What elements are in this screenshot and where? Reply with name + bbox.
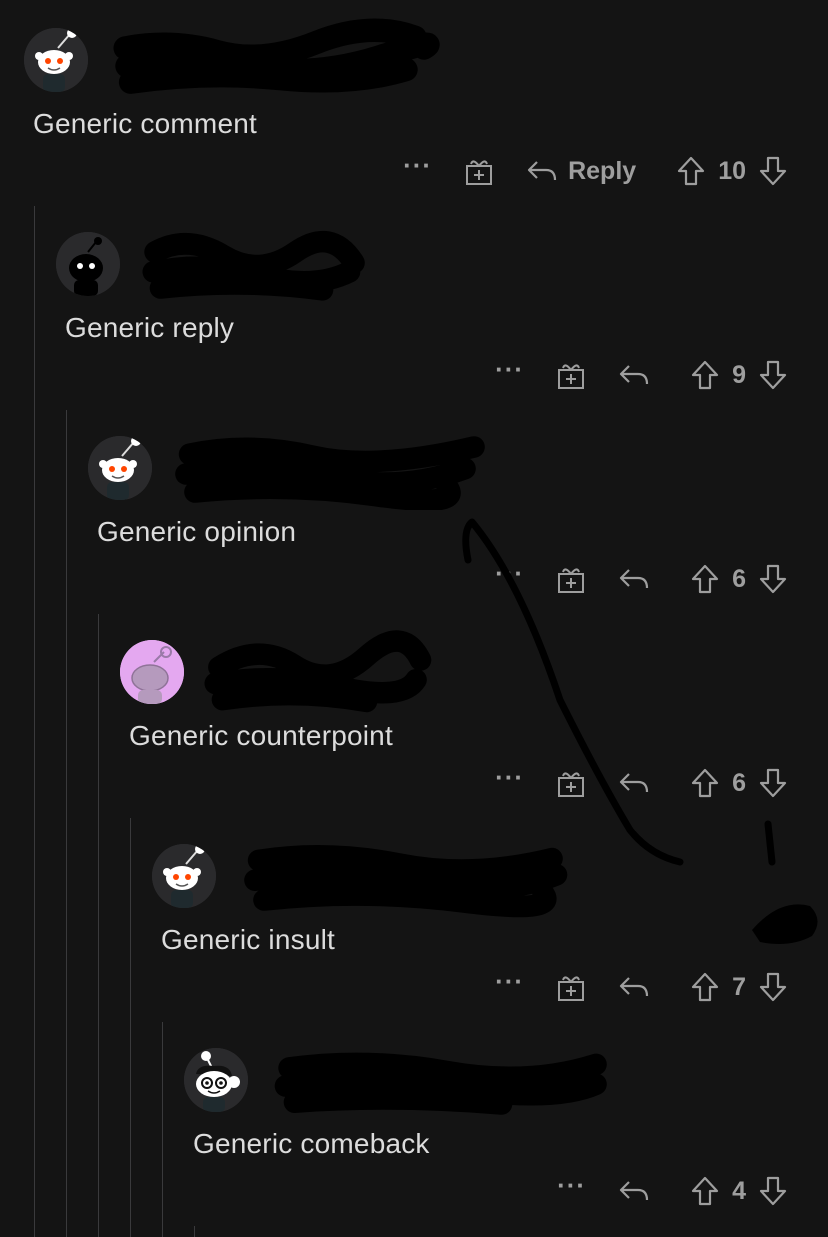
- vote-control: 7: [690, 971, 788, 1003]
- downvote-arrow-icon[interactable]: [758, 971, 788, 1003]
- vote-control: 4: [690, 1175, 788, 1207]
- vote-count: 10: [718, 156, 746, 185]
- comment-1: Generic comment ··· Reply 10: [0, 0, 828, 204]
- gift-icon: [558, 364, 585, 389]
- snoo-default-icon: [152, 844, 216, 908]
- vote-control: 6: [690, 767, 788, 799]
- upvote-arrow-icon[interactable]: [690, 1175, 720, 1207]
- downvote-arrow-icon[interactable]: [758, 563, 788, 595]
- vote-count: 4: [732, 1176, 746, 1205]
- downvote-arrow-icon[interactable]: [758, 155, 788, 187]
- reply-button[interactable]: [618, 362, 650, 388]
- comment-text: Generic comment: [33, 108, 257, 139]
- redacted-username-scribble: [142, 230, 365, 301]
- award-button[interactable]: [556, 768, 586, 798]
- reply-arrow-icon: [619, 773, 649, 793]
- award-button[interactable]: [556, 564, 586, 594]
- thread-line: [194, 1226, 195, 1237]
- vote-count: 6: [732, 768, 746, 797]
- comment-actions: ··· 6: [495, 762, 788, 804]
- comment-2: Generic reply ··· 9: [0, 204, 828, 408]
- snoo-default-icon: [24, 28, 88, 92]
- comment-text: Generic opinion: [97, 516, 297, 547]
- snoo-glasses-icon: [184, 1048, 248, 1112]
- gift-icon: [558, 976, 585, 1001]
- downvote-arrow-icon[interactable]: [758, 1175, 788, 1207]
- gift-icon: [466, 160, 493, 185]
- avatar[interactable]: [120, 640, 184, 704]
- avatar[interactable]: [24, 28, 88, 92]
- comment-3: Generic opinion ··· 6: [0, 408, 828, 612]
- gift-icon: [558, 772, 585, 797]
- reply-label: Reply: [568, 156, 637, 185]
- more-options-button[interactable]: ···: [495, 356, 524, 394]
- comment-text: Generic insult: [161, 924, 335, 955]
- reply-arrow-icon: [527, 161, 557, 181]
- redacted-username-scribble: [175, 436, 485, 510]
- upvote-arrow-icon[interactable]: [690, 359, 720, 391]
- upvote-arrow-icon[interactable]: [690, 767, 720, 799]
- comment-actions: ··· 4: [557, 1170, 788, 1212]
- comment-actions: ··· 6: [495, 558, 788, 600]
- reply-button[interactable]: [618, 566, 650, 592]
- reply-arrow-icon: [619, 569, 649, 589]
- vote-control: 10: [676, 155, 788, 187]
- snoo-silhouette-icon: [120, 640, 184, 704]
- vote-count: 9: [732, 360, 746, 389]
- vote-control: 6: [690, 563, 788, 595]
- vote-count: 7: [732, 972, 746, 1001]
- avatar[interactable]: [152, 844, 216, 908]
- avatar[interactable]: [184, 1048, 248, 1112]
- upvote-arrow-icon[interactable]: [690, 971, 720, 1003]
- snoo-default-icon: [88, 436, 152, 500]
- redacted-username-scribble: [274, 1052, 607, 1115]
- comment-actions: ··· 7: [495, 966, 788, 1008]
- upvote-arrow-icon[interactable]: [676, 155, 706, 187]
- redacted-username-scribble: [113, 18, 440, 94]
- comment-4: Generic counterpoint ··· 6: [0, 612, 828, 816]
- avatar[interactable]: [56, 232, 120, 296]
- snoo-black-icon: [56, 232, 120, 296]
- gift-icon: [558, 568, 585, 593]
- comment-actions: ··· 9: [495, 354, 788, 396]
- award-button[interactable]: [556, 360, 586, 390]
- more-options-button[interactable]: ···: [495, 764, 524, 802]
- reply-button[interactable]: Reply: [526, 157, 636, 186]
- comment-text: Generic counterpoint: [129, 720, 393, 751]
- vote-control: 9: [690, 359, 788, 391]
- more-options-button[interactable]: ···: [495, 560, 524, 598]
- award-button[interactable]: [464, 156, 494, 186]
- downvote-arrow-icon[interactable]: [758, 767, 788, 799]
- vote-count: 6: [732, 564, 746, 593]
- reply-button[interactable]: [618, 770, 650, 796]
- comment-text: Generic reply: [65, 312, 235, 343]
- reply-arrow-icon: [619, 977, 649, 997]
- upvote-arrow-icon[interactable]: [690, 563, 720, 595]
- comment-5: Generic insult ··· 7: [0, 816, 828, 1020]
- reply-arrow-icon: [619, 1181, 649, 1201]
- more-options-button[interactable]: ···: [557, 1172, 586, 1210]
- comment-text: Generic comeback: [193, 1128, 430, 1159]
- downvote-arrow-icon[interactable]: [758, 359, 788, 391]
- more-options-button[interactable]: ···: [403, 152, 432, 190]
- redacted-username-scribble: [204, 630, 432, 713]
- comment-actions: ··· Reply 10: [403, 150, 788, 192]
- redacted-username-scribble: [244, 844, 568, 918]
- avatar[interactable]: [88, 436, 152, 500]
- reply-button[interactable]: [618, 1178, 650, 1204]
- reply-button[interactable]: [618, 974, 650, 1000]
- comment-6: Generic comeback ··· 4: [0, 1020, 828, 1224]
- reply-arrow-icon: [619, 365, 649, 385]
- more-options-button[interactable]: ···: [495, 968, 524, 1006]
- award-button[interactable]: [556, 972, 586, 1002]
